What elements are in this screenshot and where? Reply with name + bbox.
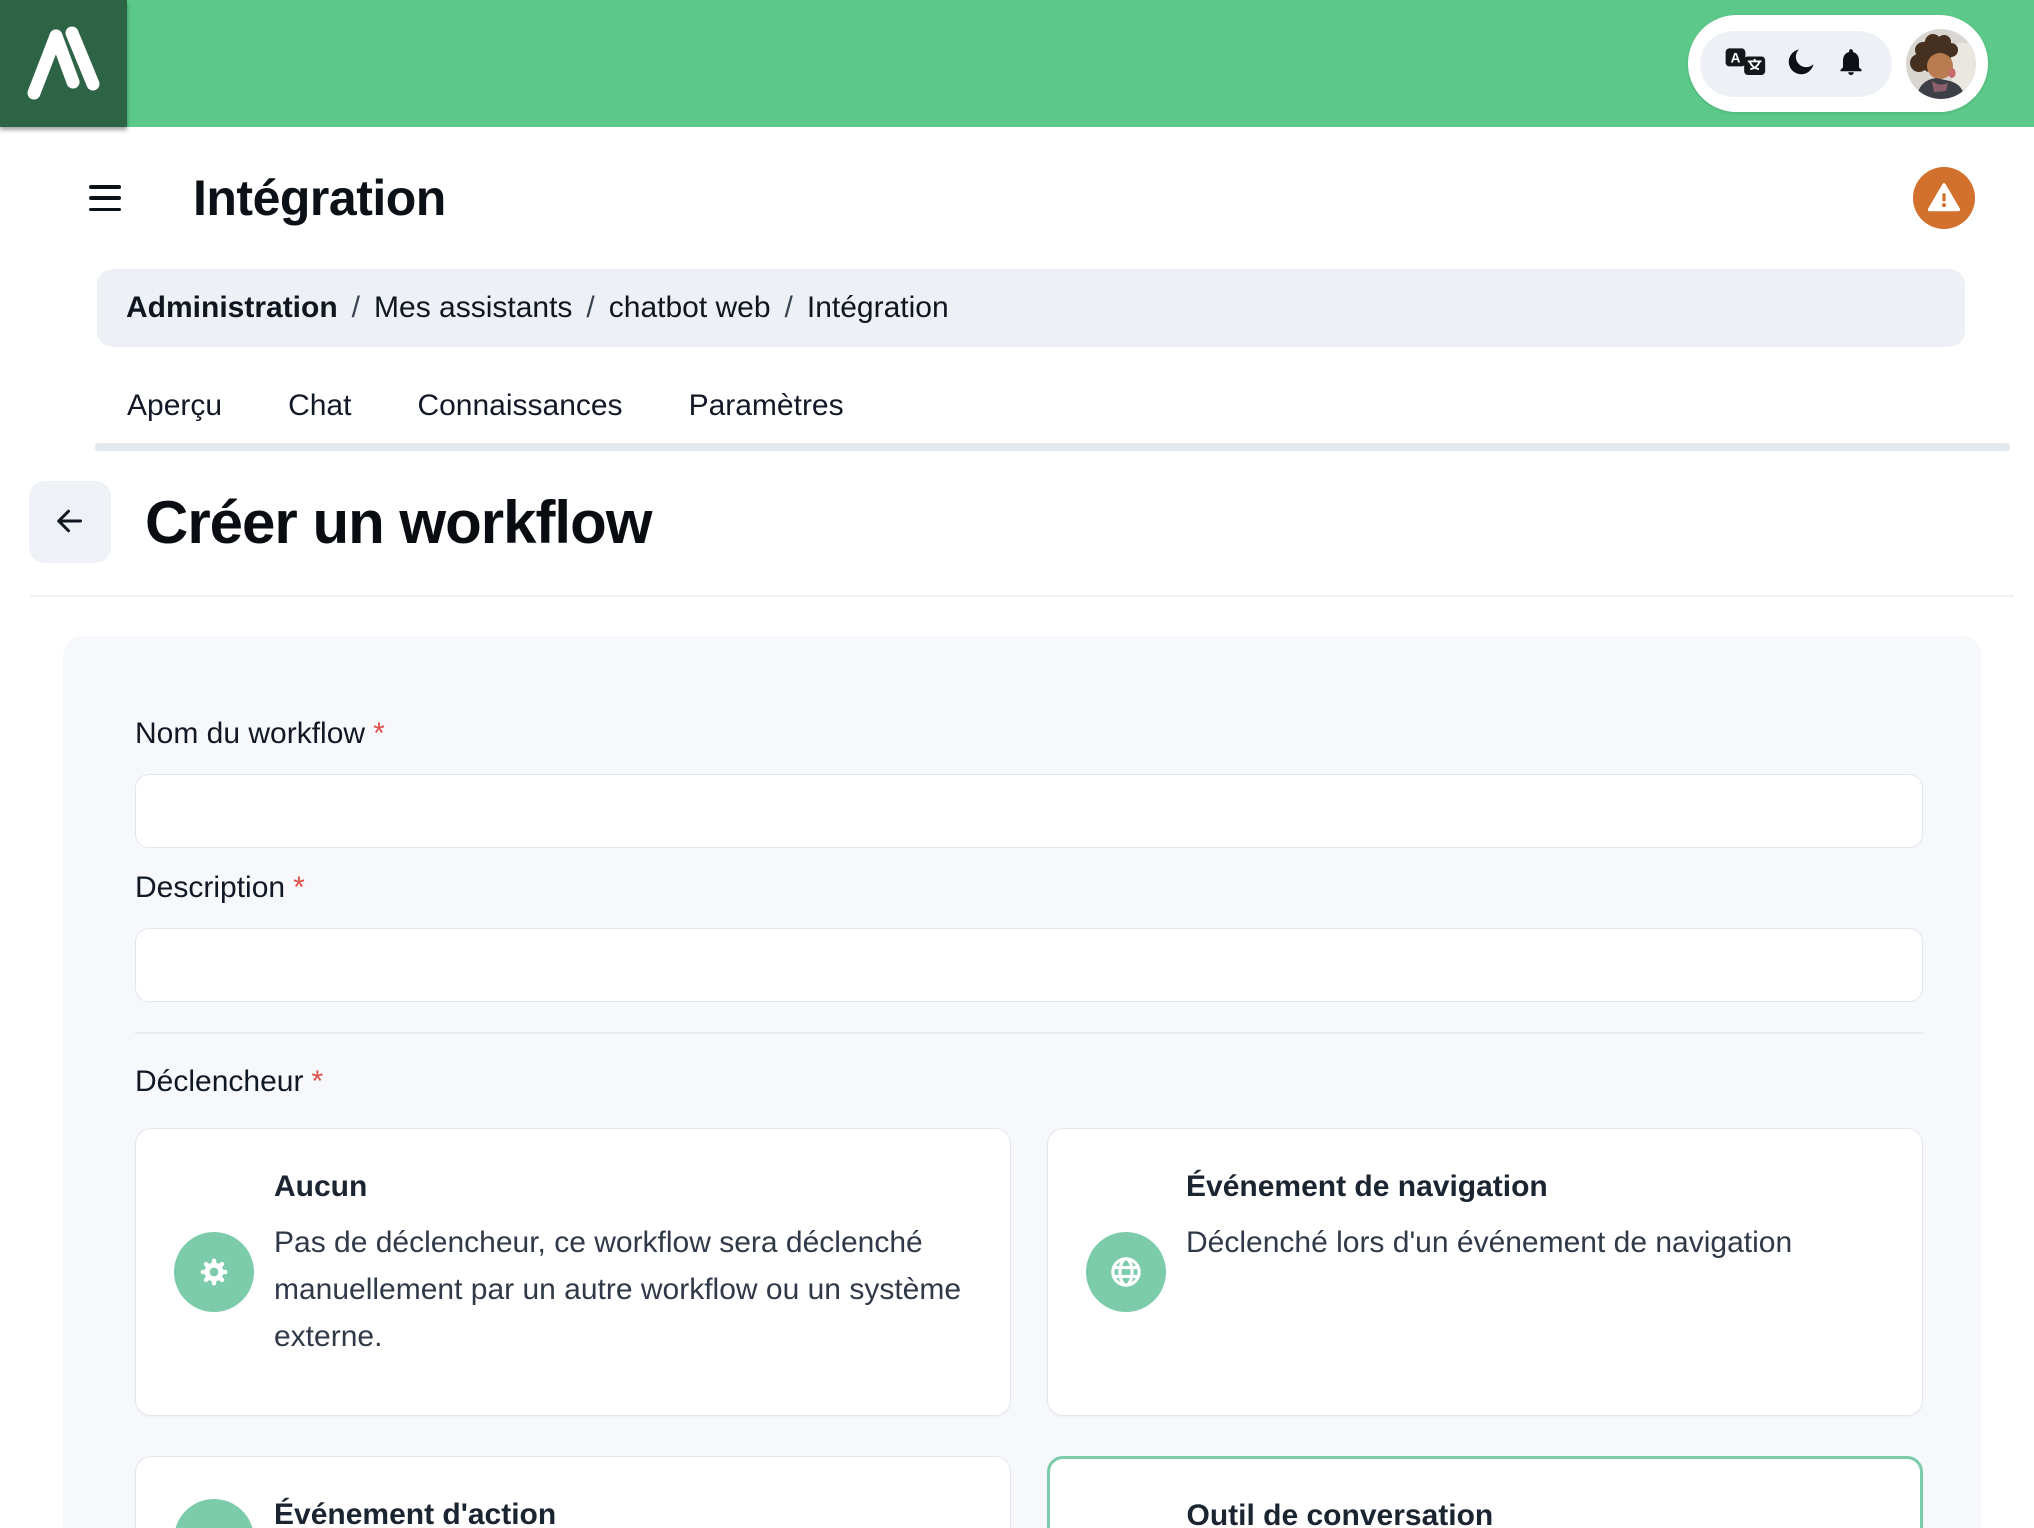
trigger-option-title: Événement de navigation <box>1186 1170 1548 1203</box>
brand-mark-icon <box>0 0 127 130</box>
action-event-icon <box>174 1499 254 1528</box>
moon-icon <box>1784 45 1818 82</box>
top-bar: A <box>0 0 2034 127</box>
breadcrumb-item-mes-assistants[interactable]: Mes assistants <box>374 291 572 325</box>
trigger-option-title: Outil de conversation <box>1186 1498 1494 1528</box>
breadcrumb: Administration / Mes assistants / chatbo… <box>97 269 1965 347</box>
required-marker: * <box>373 717 385 750</box>
workflow-name-label: Nom du workflow * <box>135 717 385 750</box>
trigger-option-description: Déclenché lors d'un événement de navigat… <box>1186 1226 1793 1259</box>
dark-mode-button[interactable] <box>1784 45 1818 82</box>
required-marker: * <box>311 1065 324 1098</box>
section-title: Créer un workflow <box>145 488 652 556</box>
workflow-form-panel: Nom du workflow * Description * Déclencheu… <box>63 636 1982 1528</box>
section-heading-row: Créer un workflow <box>0 481 2034 563</box>
tab-connaissances[interactable]: Connaissances <box>417 389 622 423</box>
trigger-option-description: Pas de déclencheur, ce workflow sera déc… <box>274 1226 962 1353</box>
translate-icon: A <box>1725 46 1767 81</box>
breadcrumb-separator: / <box>784 291 793 324</box>
tab-parametres[interactable]: Paramètres <box>689 389 844 423</box>
user-avatar[interactable] <box>1906 28 1976 99</box>
breadcrumb-separator: / <box>586 291 595 324</box>
breadcrumb-separator: / <box>351 291 361 324</box>
notifications-button[interactable] <box>1835 46 1867 81</box>
tab-chat[interactable]: Chat <box>288 389 351 423</box>
bell-icon <box>1835 46 1867 81</box>
trigger-option-outil-conversation[interactable]: Outil de conversation <box>1047 1456 1923 1528</box>
main-content: Intégration Administration / Mes assista… <box>0 167 2034 1528</box>
page-title: Intégration <box>193 170 446 226</box>
trigger-option-title: Aucun <box>274 1170 368 1203</box>
trigger-option-title: Événement d'action <box>274 1498 557 1528</box>
user-controls-pill: A <box>1688 15 1988 112</box>
trigger-option-evenement-action[interactable]: Événement d'action <box>135 1456 1011 1528</box>
hamburger-icon <box>89 185 121 189</box>
tab-bar-underline <box>95 443 2010 451</box>
topbar-actions: A <box>1688 0 2034 127</box>
required-marker: * <box>293 871 305 904</box>
trigger-label: Déclencheur * <box>135 1065 324 1098</box>
globe-icon <box>1086 1232 1166 1312</box>
translate-button[interactable]: A <box>1725 46 1767 81</box>
page-title-row: Intégration <box>0 167 2034 229</box>
quick-actions-group: A <box>1700 30 1892 97</box>
tab-bar: Aperçu Chat Connaissances Paramètres <box>127 389 2034 423</box>
trigger-option-evenement-navigation[interactable]: Événement de navigation Déclenché lors d… <box>1047 1128 1923 1416</box>
gear-icon <box>174 1232 254 1312</box>
menu-button[interactable] <box>89 185 121 211</box>
arrow-left-icon <box>52 503 88 542</box>
description-input[interactable] <box>135 928 1923 1002</box>
section-divider <box>30 595 2014 597</box>
description-label: Description * <box>135 871 305 904</box>
breadcrumb-item-integration[interactable]: Intégration <box>807 291 949 325</box>
trigger-options-grid: Aucun Pas de déclencheur, ce workflow se… <box>135 1128 1923 1528</box>
tab-apercu[interactable]: Aperçu <box>127 389 222 423</box>
workflow-name-input[interactable] <box>135 774 1923 848</box>
svg-text:A: A <box>1730 50 1740 65</box>
trigger-option-aucun[interactable]: Aucun Pas de déclencheur, ce workflow se… <box>135 1128 1011 1416</box>
form-divider <box>135 1032 1923 1034</box>
app-logo[interactable] <box>0 0 127 127</box>
back-button[interactable] <box>29 481 111 563</box>
warning-button[interactable] <box>1913 167 1975 229</box>
warning-triangle-icon <box>1926 179 1962 218</box>
breadcrumb-item-chatbot-web[interactable]: chatbot web <box>609 291 771 325</box>
breadcrumb-item-administration[interactable]: Administration <box>126 291 338 325</box>
